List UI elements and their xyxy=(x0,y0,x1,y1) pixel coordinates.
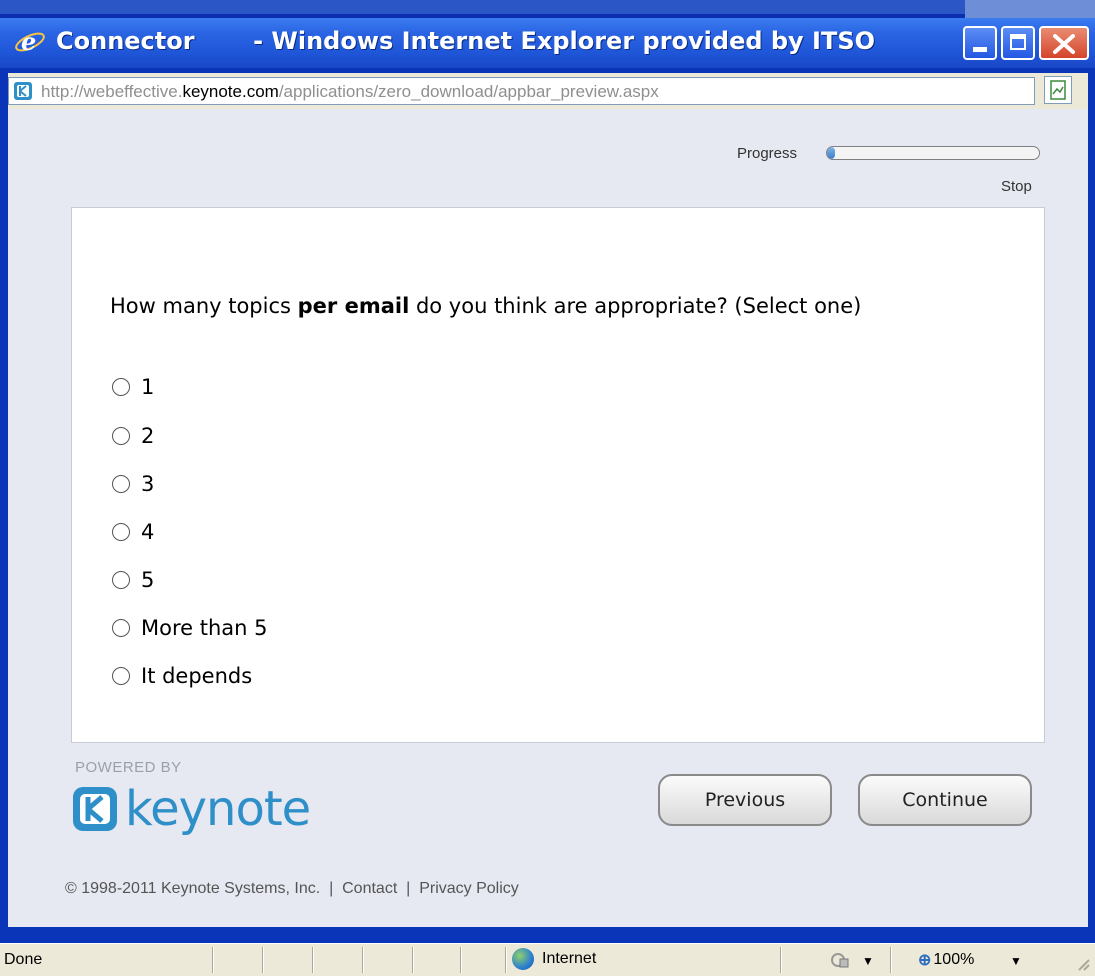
status-divider xyxy=(460,947,462,973)
close-icon xyxy=(1053,34,1075,54)
status-divider xyxy=(505,947,507,973)
address-bar: http://webeffective.keynote.com/applicat… xyxy=(8,73,1088,109)
title-bar[interactable]: e Connector - Windows Internet Explorer … xyxy=(0,18,1095,68)
status-divider xyxy=(780,947,782,973)
status-bar: Done Internet ▼ ⊕ 100% ▼ xyxy=(0,943,1095,976)
option-3[interactable]: 3 xyxy=(112,469,154,499)
url-field[interactable]: http://webeffective.keynote.com/applicat… xyxy=(8,77,1035,105)
globe-icon xyxy=(512,948,534,970)
option-it-depends[interactable]: It depends xyxy=(112,661,252,691)
internet-explorer-icon: e xyxy=(15,27,45,56)
maximize-button[interactable] xyxy=(1001,26,1035,60)
radio-button[interactable] xyxy=(112,427,130,445)
option-label: 2 xyxy=(141,424,155,448)
question-card: How many topics per email do you think a… xyxy=(71,207,1045,743)
status-divider xyxy=(412,947,414,973)
option-more-than-5[interactable]: More than 5 xyxy=(112,613,268,643)
resize-grip-icon[interactable] xyxy=(1075,956,1091,972)
option-label: More than 5 xyxy=(141,616,268,640)
radio-button[interactable] xyxy=(112,667,130,685)
progress-label: Progress xyxy=(737,145,798,162)
window-title: Connector - Windows Internet Explorer pr… xyxy=(56,27,876,55)
minimize-icon xyxy=(973,47,987,52)
url-path: /applications/zero_download/appbar_previ… xyxy=(278,82,659,101)
status-divider xyxy=(362,947,364,973)
question-text-end: do you think are appropriate? (Select on… xyxy=(409,294,862,318)
site-favicon-icon xyxy=(14,82,32,100)
keynote-wordmark: keynote xyxy=(125,781,311,837)
page-action-button[interactable] xyxy=(1044,76,1072,104)
progress-bar xyxy=(826,146,1040,160)
question-text: How many topics per email do you think a… xyxy=(110,290,1010,322)
question-text-start: How many topics xyxy=(110,294,298,318)
powered-by-label: POWERED BY xyxy=(75,759,182,776)
radio-button[interactable] xyxy=(112,475,130,493)
zoom-control[interactable]: ⊕ 100% xyxy=(918,950,974,970)
radio-button[interactable] xyxy=(112,523,130,541)
radio-button[interactable] xyxy=(112,571,130,589)
status-divider xyxy=(212,947,214,973)
status-divider xyxy=(262,947,264,973)
zone-label: Internet xyxy=(542,950,597,967)
close-button[interactable] xyxy=(1039,26,1089,60)
minimize-button[interactable] xyxy=(963,26,997,60)
option-label: 3 xyxy=(141,472,155,496)
option-1[interactable]: 1 xyxy=(112,372,154,402)
option-4[interactable]: 4 xyxy=(112,517,154,547)
url-domain: keynote.com xyxy=(182,82,279,101)
background-window-strip xyxy=(0,0,1095,18)
copyright-footer: © 1998-2011 Keynote Systems, Inc. | Cont… xyxy=(65,880,519,897)
chevron-down-icon[interactable]: ▼ xyxy=(1010,954,1022,968)
page-content: Progress Stop How many topics per email … xyxy=(8,109,1088,927)
option-label: 4 xyxy=(141,520,155,544)
browser-window: e Connector - Windows Internet Explorer … xyxy=(0,18,1095,976)
stop-link[interactable]: Stop xyxy=(1001,178,1032,195)
maximize-icon xyxy=(1010,34,1026,50)
zoom-icon: ⊕ xyxy=(918,952,932,969)
option-label: It depends xyxy=(141,664,253,688)
status-divider xyxy=(312,947,314,973)
radio-button[interactable] xyxy=(112,619,130,637)
continue-button[interactable]: Continue xyxy=(858,774,1032,826)
status-text: Done xyxy=(4,951,43,968)
keynote-logo-icon xyxy=(73,787,117,831)
option-label: 5 xyxy=(141,568,155,592)
svg-text:e: e xyxy=(21,27,36,56)
question-emphasis: per email xyxy=(297,294,410,318)
option-5[interactable]: 5 xyxy=(112,565,154,595)
page-icon xyxy=(1050,80,1066,100)
option-2[interactable]: 2 xyxy=(112,421,154,451)
radio-button[interactable] xyxy=(112,378,130,396)
url-text: http://webeffective.keynote.com/applicat… xyxy=(41,82,659,102)
security-zone: Internet xyxy=(512,948,596,970)
option-label: 1 xyxy=(141,375,155,399)
status-divider xyxy=(890,947,892,973)
zoom-level: 100% xyxy=(933,951,975,968)
previous-button[interactable]: Previous xyxy=(658,774,832,826)
protected-mode-icon[interactable] xyxy=(830,951,852,969)
chevron-down-icon[interactable]: ▼ xyxy=(862,954,874,968)
url-prefix: http://webeffective. xyxy=(41,82,183,101)
progress-fill xyxy=(827,147,836,159)
